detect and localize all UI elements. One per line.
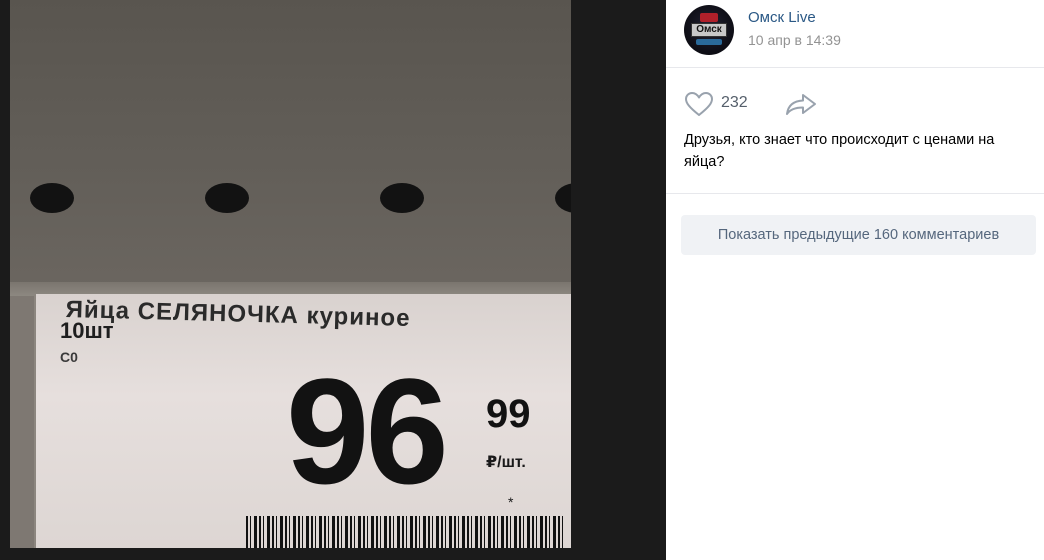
avatar-logo-text: Омск bbox=[691, 23, 727, 37]
price-tag-mark: * bbox=[508, 494, 514, 510]
divider bbox=[666, 193, 1044, 194]
price-tag-quantity: 10шт bbox=[60, 318, 114, 343]
post-date[interactable]: 10 апр в 14:39 bbox=[748, 32, 841, 48]
tag-holder bbox=[10, 296, 34, 548]
price-tag-rubles: 96 bbox=[286, 347, 449, 515]
heart-outline-icon[interactable] bbox=[684, 91, 714, 117]
avatar-decoration bbox=[696, 39, 722, 45]
post-actions: 232 bbox=[666, 88, 1044, 122]
avatar-decoration bbox=[700, 13, 718, 22]
post-header: Омск Омск Live 10 апр в 14:39 bbox=[666, 0, 1044, 68]
price-tag-product-name: Яйца СЕЛЯНОЧКА куриное bbox=[65, 296, 411, 333]
group-name-link[interactable]: Омск Live bbox=[748, 9, 816, 26]
like-count: 232 bbox=[721, 94, 748, 111]
price-tag-grade: С0 bbox=[60, 349, 78, 365]
group-avatar[interactable]: Омск bbox=[684, 5, 734, 55]
barcode bbox=[246, 516, 566, 548]
shelf-surface bbox=[10, 0, 571, 292]
post-panel: Омск Омск Live 10 апр в 14:39 232 Друзья… bbox=[666, 0, 1044, 560]
price-tag-unit: ₽/шт. bbox=[486, 454, 526, 471]
share-arrow-icon[interactable] bbox=[785, 92, 817, 116]
shelf-hole bbox=[30, 183, 74, 213]
post-photo[interactable]: Яйца СЕЛЯНОЧКА куриное 10шт С0 96 99 ₽/ш… bbox=[10, 0, 571, 548]
photo-viewer: Яйца СЕЛЯНОЧКА куриное 10шт С0 96 99 ₽/ш… bbox=[0, 0, 666, 560]
post-text: Друзья, кто знает что происходит с ценам… bbox=[684, 132, 995, 170]
shelf-hole bbox=[205, 183, 249, 213]
price-tag-kopecks: 99 bbox=[486, 392, 531, 436]
show-previous-comments-button[interactable]: Показать предыдущие 160 комментариев bbox=[681, 215, 1036, 255]
price-tag: Яйца СЕЛЯНОЧКА куриное 10шт С0 96 99 ₽/ш… bbox=[34, 294, 571, 548]
shelf-hole bbox=[380, 183, 424, 213]
